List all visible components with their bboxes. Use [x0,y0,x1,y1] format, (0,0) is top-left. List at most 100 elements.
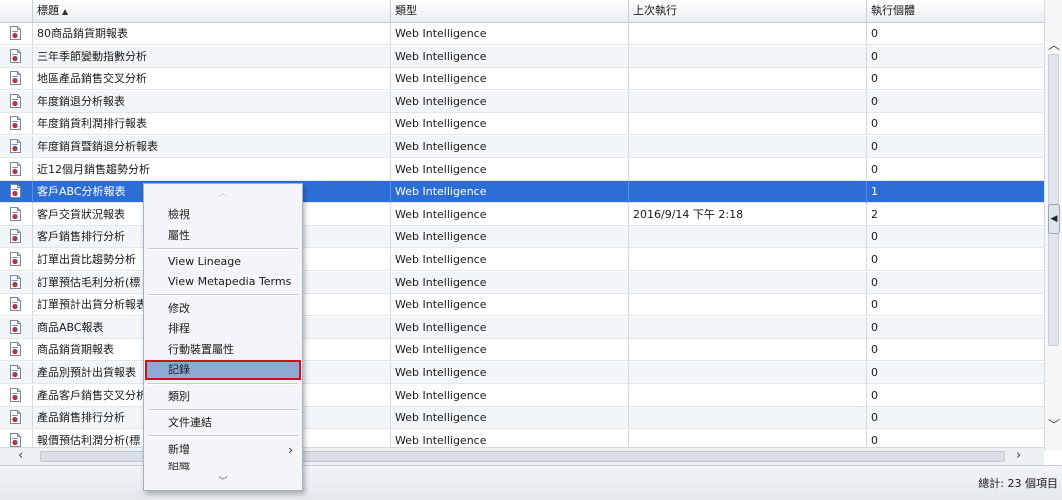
scroll-down-icon[interactable]: ﹀ [1048,416,1060,433]
row-icon-cell [0,294,33,317]
sort-ascending-icon: ▲ [62,7,69,16]
row-instances: 0 [871,388,878,402]
menu-item-organize[interactable]: 組織 [145,462,301,472]
row-type: Web Intelligence [391,113,629,136]
table-row[interactable]: 80商品銷貨期報表 Web Intelligence 0 [0,23,1044,45]
webi-document-icon [10,319,21,334]
menu-item-view-metapedia-terms[interactable]: View Metapedia Terms [145,272,301,292]
menu-scroll-up-icon[interactable]: ︿ [144,186,302,199]
webi-document-icon [10,26,21,40]
menu-separator [148,294,298,296]
row-type: Web Intelligence [391,68,629,91]
scroll-left-icon[interactable]: ‹ [18,448,23,464]
table-row[interactable]: 年度銷退分析報表 Web Intelligence 0 [0,90,1044,113]
menu-item-view-lineage[interactable]: View Lineage [145,252,301,272]
row-title: 80商品銷貨期報表 [33,23,391,45]
submenu-arrow-icon: › [288,443,293,457]
row-type: Web Intelligence [391,23,629,45]
webi-document-icon [10,342,21,357]
menu-item-new[interactable]: 新增 › [145,440,301,460]
menu-item-categories[interactable]: 類別 [145,387,301,407]
column-header-row: 標題 ▲ 類型 上次執行 執行個體 [0,0,1044,23]
menu-separator [148,409,298,411]
row-type: Web Intelligence [391,407,629,430]
row-last-run [629,294,867,317]
row-type: Web Intelligence [391,45,629,68]
context-menu: ︿ 檢視 屬性 View Lineage View Metapedia Term… [143,183,303,491]
menu-item-properties[interactable]: 屬性 [145,226,301,246]
menu-item-new-label: 新增 [168,443,190,456]
row-icon-cell [0,339,33,362]
row-last-run [629,407,867,430]
row-instances: 0 [871,94,878,108]
icon-column-header[interactable] [0,0,33,22]
row-icon-cell [0,271,33,294]
table-row[interactable]: 年度銷貨利潤排行報表 Web Intelligence 0 [0,113,1044,136]
menu-item-view[interactable]: 檢視 [145,205,301,225]
menu-scroll-down-icon[interactable]: ﹀ [144,474,302,487]
menu-item-schedule[interactable]: 排程 [145,319,301,339]
row-instances: 2 [871,207,878,221]
row-last-run [629,226,867,249]
row-title: 年度銷退分析報表 [33,90,391,113]
row-instances: 0 [871,343,878,357]
table-row[interactable]: 年度銷貨暨銷退分析報表 Web Intelligence 0 [0,136,1044,158]
row-icon-cell [0,181,33,204]
row-instances: 0 [871,27,878,40]
row-last-run [629,90,867,113]
webi-document-icon [10,274,21,289]
row-instances: 0 [871,411,878,425]
row-type: Web Intelligence [391,158,629,181]
row-last-run: 2016/9/14 下午 2:18 [629,203,867,226]
webi-document-icon [10,161,21,176]
table-row[interactable]: 三年季節變動指數分析 Web Intelligence 0 [0,45,1044,68]
row-title: 三年季節變動指數分析 [33,45,391,68]
row-icon-cell [0,249,33,271]
row-last-run [629,136,867,158]
column-header-last-run[interactable]: 上次執行 [629,0,867,22]
row-last-run [629,339,867,362]
row-title: 地區產品銷售交叉分析 [33,68,391,91]
column-header-type[interactable]: 類型 [391,0,629,22]
vertical-scroll-thumb[interactable] [1048,54,1059,346]
row-icon-cell [0,384,33,407]
row-instances: 0 [871,275,878,289]
row-type: Web Intelligence [391,271,629,294]
row-type: Web Intelligence [391,249,629,271]
column-header-instances[interactable]: 執行個體 [867,0,1044,22]
menu-item-mobile-properties[interactable]: 行動裝置屬性 [145,340,301,360]
scroll-right-icon[interactable]: › [1016,448,1021,464]
row-icon-cell [0,407,33,430]
menu-item-modify[interactable]: 修改 [145,299,301,319]
row-instances: 0 [871,320,878,334]
webi-document-icon [10,93,21,108]
row-type: Web Intelligence [391,294,629,317]
row-icon-cell [0,68,33,91]
column-header-title-label: 標題 [37,4,59,17]
row-last-run [629,249,867,271]
webi-document-icon [10,139,21,153]
row-type: Web Intelligence [391,90,629,113]
row-instances: 0 [871,49,878,63]
row-instances: 0 [871,72,878,86]
row-last-run [629,384,867,407]
scroll-up-icon[interactable]: ︿ [1048,36,1060,53]
row-instances: 0 [871,140,878,153]
column-header-title[interactable]: 標題 ▲ [33,0,391,22]
row-icon-cell [0,203,33,226]
webi-document-icon [10,116,21,131]
webi-document-icon [10,48,21,63]
row-type: Web Intelligence [391,339,629,362]
menu-item-document-link[interactable]: 文件連結 [145,413,301,433]
row-type: Web Intelligence [391,136,629,158]
table-row[interactable]: 近12個月銷售趨勢分析 Web Intelligence 0 [0,158,1044,181]
table-row[interactable]: 地區產品銷售交叉分析 Web Intelligence 0 [0,68,1044,91]
row-last-run [629,271,867,294]
menu-item-history[interactable]: 記錄 [145,360,301,380]
webi-document-icon [10,71,21,86]
panel-collapse-toggle[interactable]: ◀ [1048,204,1060,234]
webi-document-icon [10,432,21,447]
row-instances: 0 [871,117,878,131]
webi-document-icon [10,252,21,266]
webi-document-icon [10,387,21,402]
